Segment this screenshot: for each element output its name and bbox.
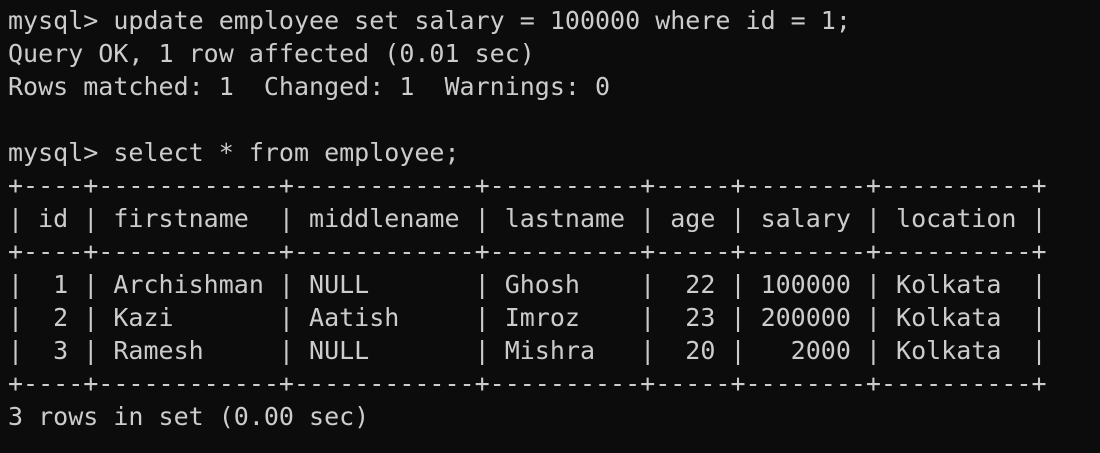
table-row: | 3 | Ramesh | NULL | Mishra | 20 | 2000… bbox=[8, 336, 1047, 365]
select-result-line: 3 rows in set (0.00 sec) bbox=[8, 402, 370, 431]
table-header-border: +----+------------+------------+--------… bbox=[8, 237, 1047, 266]
select-command-line: mysql> select * from employee; bbox=[8, 138, 460, 167]
update-stats-line: Rows matched: 1 Changed: 1 Warnings: 0 bbox=[8, 72, 611, 101]
table-row: | 2 | Kazi | Aatish | Imroz | 23 | 20000… bbox=[8, 303, 1047, 332]
update-result-line: Query OK, 1 row affected (0.01 sec) bbox=[8, 39, 535, 68]
table-top-border: +----+------------+------------+--------… bbox=[8, 171, 1047, 200]
table-header-row: | id | firstname | middlename | lastname… bbox=[8, 204, 1047, 233]
table-bottom-border: +----+------------+------------+--------… bbox=[8, 369, 1047, 398]
table-row: | 1 | Archishman | NULL | Ghosh | 22 | 1… bbox=[8, 270, 1047, 299]
update-command-line: mysql> update employee set salary = 1000… bbox=[8, 6, 851, 35]
terminal-window[interactable]: mysql> update employee set salary = 1000… bbox=[0, 0, 1100, 453]
